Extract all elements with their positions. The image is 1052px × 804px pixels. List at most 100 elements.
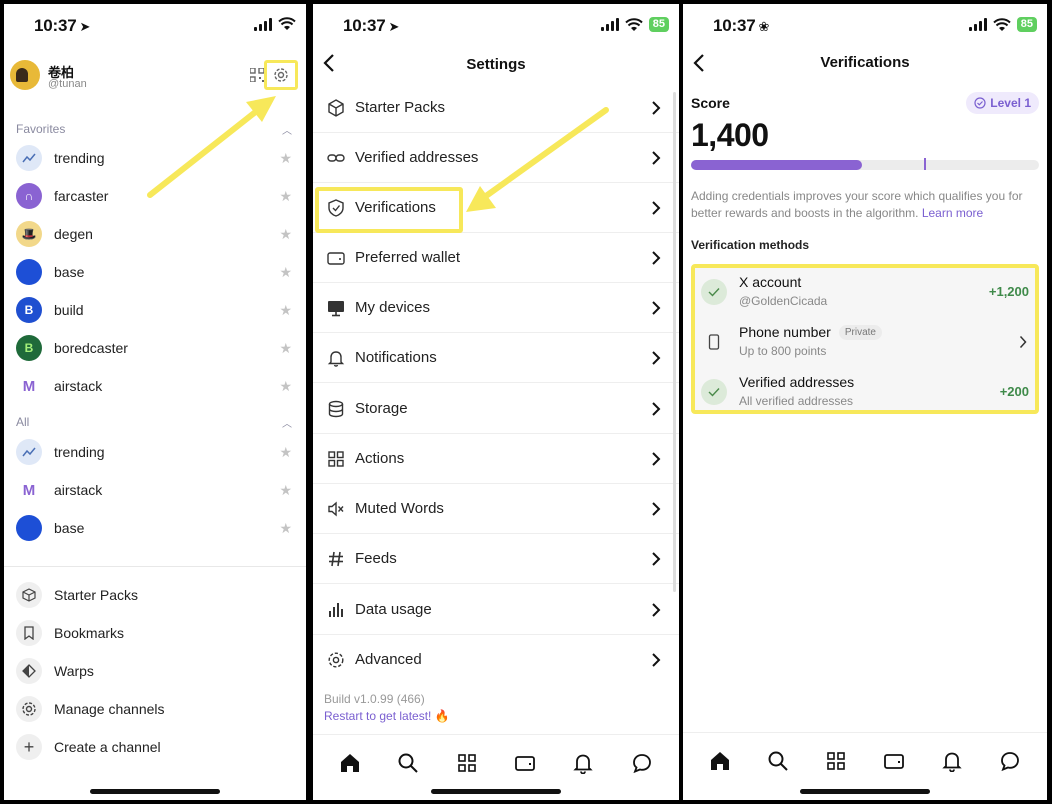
battery-indicator: 85 (648, 17, 669, 32)
star-icon[interactable]: ★ (279, 378, 292, 395)
scrollbar[interactable] (673, 92, 676, 592)
favorite-channel-base[interactable]: base ★ (16, 253, 294, 291)
level-badge[interactable]: Level 1 (966, 92, 1039, 114)
grid-icon (458, 753, 476, 772)
mute-icon (328, 501, 344, 517)
learn-more-link[interactable]: Learn more (922, 206, 983, 220)
menu-bookmarks[interactable]: Bookmarks (16, 614, 294, 652)
method-x-account[interactable]: X account @GoldenCicada +1,200 (699, 270, 1031, 316)
settings-item-my-devices[interactable]: My devices (313, 283, 679, 333)
chevron-right-icon (652, 653, 661, 667)
tab-notifications[interactable] (940, 749, 964, 773)
cube-icon (328, 99, 344, 117)
star-icon[interactable]: ★ (279, 482, 292, 499)
tab-home[interactable] (338, 751, 362, 775)
search-icon (768, 751, 788, 771)
all-section-header[interactable]: All ︿ (16, 415, 292, 430)
page-title: Verifications (820, 54, 910, 71)
star-icon[interactable]: ★ (279, 340, 292, 357)
channel-base[interactable]: base ★ (16, 509, 294, 547)
home-icon (711, 751, 729, 770)
bottom-tab-bar (683, 732, 1047, 788)
favorite-channel-build[interactable]: B build ★ (16, 291, 294, 329)
location-arrow-icon: ➤ (388, 19, 400, 34)
degen-icon: 🎩 (16, 221, 42, 247)
star-icon[interactable]: ★ (279, 302, 292, 319)
check-circle-icon (974, 97, 986, 109)
chevron-right-icon (652, 603, 661, 617)
settings-item-actions[interactable]: Actions (313, 434, 679, 484)
settings-item-data-usage[interactable]: Data usage (313, 585, 679, 635)
restart-link[interactable]: Restart to get latest! 🔥 (324, 709, 450, 723)
star-icon[interactable]: ★ (279, 226, 292, 243)
home-indicator (431, 789, 561, 794)
favorite-channel-boredcaster[interactable]: B boredcaster ★ (16, 329, 294, 367)
settings-item-muted-words[interactable]: Muted Words (313, 484, 679, 534)
channel-airstack[interactable]: M airstack ★ (16, 471, 294, 509)
star-icon[interactable]: ★ (279, 264, 292, 281)
grid-icon (827, 751, 845, 770)
private-badge: Private (838, 324, 882, 340)
settings-item-verified-addresses[interactable]: Verified addresses (313, 133, 679, 183)
tab-wallet[interactable] (513, 751, 537, 775)
star-icon[interactable]: ★ (279, 520, 292, 537)
home-indicator (800, 789, 930, 794)
signal-icon (254, 17, 272, 31)
plus-icon: + (16, 734, 42, 760)
tab-wallet[interactable] (882, 749, 906, 773)
next-level-marker (924, 158, 927, 170)
favorite-channel-airstack[interactable]: M airstack ★ (16, 367, 294, 405)
tab-notifications[interactable] (571, 751, 595, 775)
monitor-icon (328, 301, 344, 317)
settings-item-starter-packs[interactable]: Starter Packs (313, 83, 679, 133)
chevron-right-icon (652, 101, 661, 115)
page-title: Settings (466, 56, 526, 73)
tab-search[interactable] (766, 749, 790, 773)
menu-create-channel[interactable]: + Create a channel (16, 728, 294, 766)
star-icon[interactable]: ★ (279, 150, 292, 167)
gear-icon (16, 696, 42, 722)
settings-item-notifications[interactable]: Notifications (313, 333, 679, 383)
signal-icon (600, 18, 619, 31)
favorite-channel-trending[interactable]: trending ★ (16, 139, 294, 177)
link-icon (327, 154, 345, 162)
favorite-channel-degen[interactable]: 🎩 degen ★ (16, 215, 294, 253)
settings-item-advanced[interactable]: Advanced (313, 635, 679, 685)
bell-icon (573, 754, 594, 774)
tab-search[interactable] (396, 751, 420, 775)
star-icon[interactable]: ★ (279, 188, 292, 205)
settings-item-feeds[interactable]: Feeds (313, 534, 679, 584)
channel-trending[interactable]: trending ★ (16, 433, 294, 471)
home-indicator (90, 789, 220, 794)
database-icon (328, 400, 344, 418)
tab-home[interactable] (708, 749, 732, 773)
favorite-channel-farcaster[interactable]: ∩ farcaster ★ (16, 177, 294, 215)
menu-warps[interactable]: Warps (16, 652, 294, 690)
star-icon[interactable]: ★ (279, 444, 292, 461)
settings-item-preferred-wallet[interactable]: Preferred wallet (313, 233, 679, 283)
score-progress-bar (691, 158, 1039, 170)
chevron-right-icon (652, 151, 661, 165)
channels-drawer-panel: 10:37 ➤ 卷柏 @tunan Favorites ︿ trending ★ ∩… (4, 4, 306, 800)
menu-manage-channels[interactable]: Manage channels (16, 690, 294, 728)
tab-messages[interactable] (998, 749, 1022, 773)
avatar[interactable] (10, 60, 40, 90)
qr-code-icon[interactable] (250, 68, 264, 82)
tab-apps[interactable] (455, 751, 479, 775)
settings-gear-button[interactable] (264, 60, 298, 90)
wifi-icon (993, 17, 1011, 31)
method-verified-addresses[interactable]: Verified addresses All verified addresse… (699, 370, 1031, 416)
favorites-section-header[interactable]: Favorites ︿ (16, 122, 292, 137)
menu-starter-packs[interactable]: Starter Packs (16, 576, 294, 614)
settings-item-storage[interactable]: Storage (313, 384, 679, 434)
trending-icon (16, 439, 42, 465)
chevron-up-icon: ︿ (282, 419, 292, 430)
wallet-icon (884, 753, 904, 769)
tab-messages[interactable] (630, 751, 654, 775)
wallet-icon (327, 252, 345, 265)
tab-apps[interactable] (824, 749, 848, 773)
airstack-icon: M (16, 373, 42, 399)
gear-icon (274, 68, 288, 82)
method-phone-number[interactable]: Phone number Private Up to 800 points (699, 320, 1031, 366)
profile-header[interactable]: 卷柏 @tunan (10, 60, 300, 96)
